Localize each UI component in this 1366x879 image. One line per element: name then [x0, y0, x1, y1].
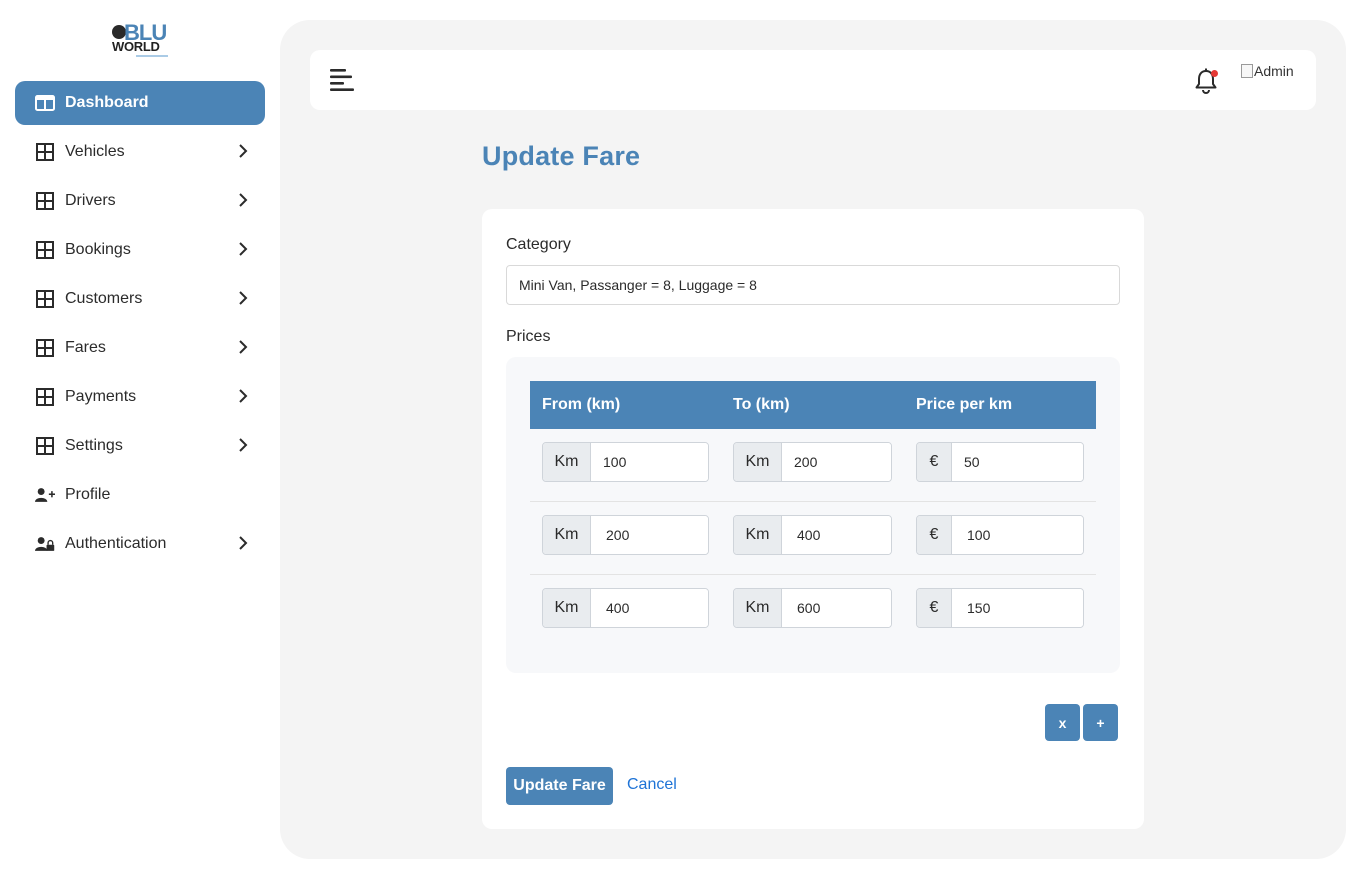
- grid-icon: [35, 290, 55, 308]
- from-km-input[interactable]: [591, 443, 708, 481]
- unit-addon: Km: [734, 516, 782, 554]
- prices-table: From (km) To (km) Price per km Km Km €: [530, 381, 1096, 648]
- price-group: €: [916, 515, 1084, 555]
- chevron-right-icon: [235, 339, 251, 355]
- sidebar-item-authentication[interactable]: Authentication: [15, 522, 265, 566]
- admin-avatar-alt: Admin: [1254, 63, 1294, 79]
- sidebar-item-label: Customers: [65, 290, 143, 307]
- grid-icon: [35, 192, 55, 210]
- table-row: Km Km €: [530, 575, 1096, 648]
- price-input[interactable]: [952, 443, 1083, 481]
- sidebar: BLU WORLD Dashboard Vehicles Drivers Boo…: [0, 0, 280, 879]
- price-group: €: [916, 588, 1084, 628]
- layout-icon: [35, 94, 55, 112]
- sidebar-item-label: Dashboard: [65, 94, 149, 111]
- update-fare-button[interactable]: Update Fare: [506, 767, 613, 805]
- from-km-group: Km: [542, 515, 709, 555]
- sidebar-item-settings[interactable]: Settings: [15, 424, 265, 468]
- from-km-input[interactable]: [591, 516, 708, 554]
- to-km-group: Km: [733, 588, 892, 628]
- table-row: Km Km €: [530, 429, 1096, 502]
- unit-addon: Km: [734, 589, 782, 627]
- grid-icon: [35, 339, 55, 357]
- prices-label: Prices: [506, 328, 551, 345]
- to-km-input[interactable]: [782, 516, 891, 554]
- category-field[interactable]: [506, 265, 1120, 305]
- chevron-right-icon: [235, 535, 251, 551]
- sidebar-item-label: Settings: [65, 437, 123, 454]
- column-header-to: To (km): [733, 396, 790, 413]
- from-km-input[interactable]: [591, 589, 708, 627]
- logo-text-world: WORLD: [112, 39, 160, 54]
- page-title: Update Fare: [482, 141, 641, 171]
- sidebar-item-label: Profile: [65, 486, 111, 503]
- sidebar-item-bookings[interactable]: Bookings: [15, 228, 265, 272]
- unit-addon: Km: [543, 516, 591, 554]
- column-header-price: Price per km: [916, 396, 1013, 413]
- add-row-button[interactable]: +: [1083, 704, 1118, 741]
- sidebar-item-fares[interactable]: Fares: [15, 326, 265, 370]
- price-group: €: [916, 442, 1084, 482]
- sidebar-item-vehicles[interactable]: Vehicles: [15, 130, 265, 174]
- from-km-group: Km: [542, 588, 709, 628]
- sidebar-item-dashboard[interactable]: Dashboard: [15, 81, 265, 125]
- grid-icon: [35, 241, 55, 259]
- notification-dot: [1211, 70, 1218, 77]
- to-km-input[interactable]: [782, 589, 891, 627]
- sidebar-item-label: Drivers: [65, 192, 116, 209]
- currency-addon: €: [917, 516, 952, 554]
- sidebar-item-profile[interactable]: Profile: [15, 473, 265, 517]
- logo-underline: [136, 55, 168, 57]
- category-label: Category: [506, 236, 571, 253]
- unit-addon: Km: [734, 443, 782, 481]
- sidebar-item-payments[interactable]: Payments: [15, 375, 265, 419]
- chevron-right-icon: [235, 290, 251, 306]
- from-km-group: Km: [542, 442, 709, 482]
- grid-icon: [35, 143, 55, 161]
- sidebar-item-label: Bookings: [65, 241, 131, 258]
- price-input[interactable]: [952, 589, 1083, 627]
- prices-container: From (km) To (km) Price per km Km Km €: [506, 357, 1120, 673]
- chevron-right-icon: [235, 437, 251, 453]
- price-input[interactable]: [952, 516, 1083, 554]
- unit-addon: Km: [543, 589, 591, 627]
- chevron-right-icon: [235, 143, 251, 159]
- main-panel: Admin Update Fare Category Prices From (…: [280, 20, 1346, 859]
- sidebar-item-label: Vehicles: [65, 143, 125, 160]
- sidebar-item-label: Authentication: [65, 535, 167, 552]
- sidebar-item-customers[interactable]: Customers: [15, 277, 265, 321]
- table-row: Km Km €: [530, 502, 1096, 575]
- update-fare-form: Category Prices From (km) To (km) Price …: [482, 209, 1144, 829]
- unit-addon: Km: [543, 443, 591, 481]
- chevron-right-icon: [235, 388, 251, 404]
- sidebar-item-label: Payments: [65, 388, 137, 405]
- to-km-group: Km: [733, 515, 892, 555]
- user-plus-icon: [35, 486, 55, 504]
- remove-row-button[interactable]: x: [1045, 704, 1080, 741]
- currency-addon: €: [917, 589, 952, 627]
- to-km-group: Km: [733, 442, 892, 482]
- sidebar-item-label: Fares: [65, 339, 106, 356]
- grid-icon: [35, 388, 55, 406]
- chevron-right-icon: [235, 192, 251, 208]
- prices-table-header: From (km) To (km) Price per km: [530, 381, 1096, 429]
- cancel-link[interactable]: Cancel: [627, 776, 677, 794]
- top-bar: Admin: [310, 50, 1316, 110]
- sidebar-nav: Dashboard Vehicles Drivers Bookings Cust…: [15, 81, 265, 571]
- to-km-input[interactable]: [782, 443, 891, 481]
- broken-image-icon: [1241, 64, 1253, 78]
- chevron-right-icon: [235, 241, 251, 257]
- user-lock-icon: [35, 535, 55, 553]
- column-header-from: From (km): [542, 396, 621, 413]
- admin-avatar[interactable]: Admin: [1241, 63, 1294, 79]
- brand-logo[interactable]: BLU WORLD: [108, 22, 172, 60]
- grid-icon: [35, 437, 55, 455]
- currency-addon: €: [917, 443, 952, 481]
- sidebar-item-drivers[interactable]: Drivers: [15, 179, 265, 223]
- menu-toggle-icon[interactable]: [330, 69, 354, 91]
